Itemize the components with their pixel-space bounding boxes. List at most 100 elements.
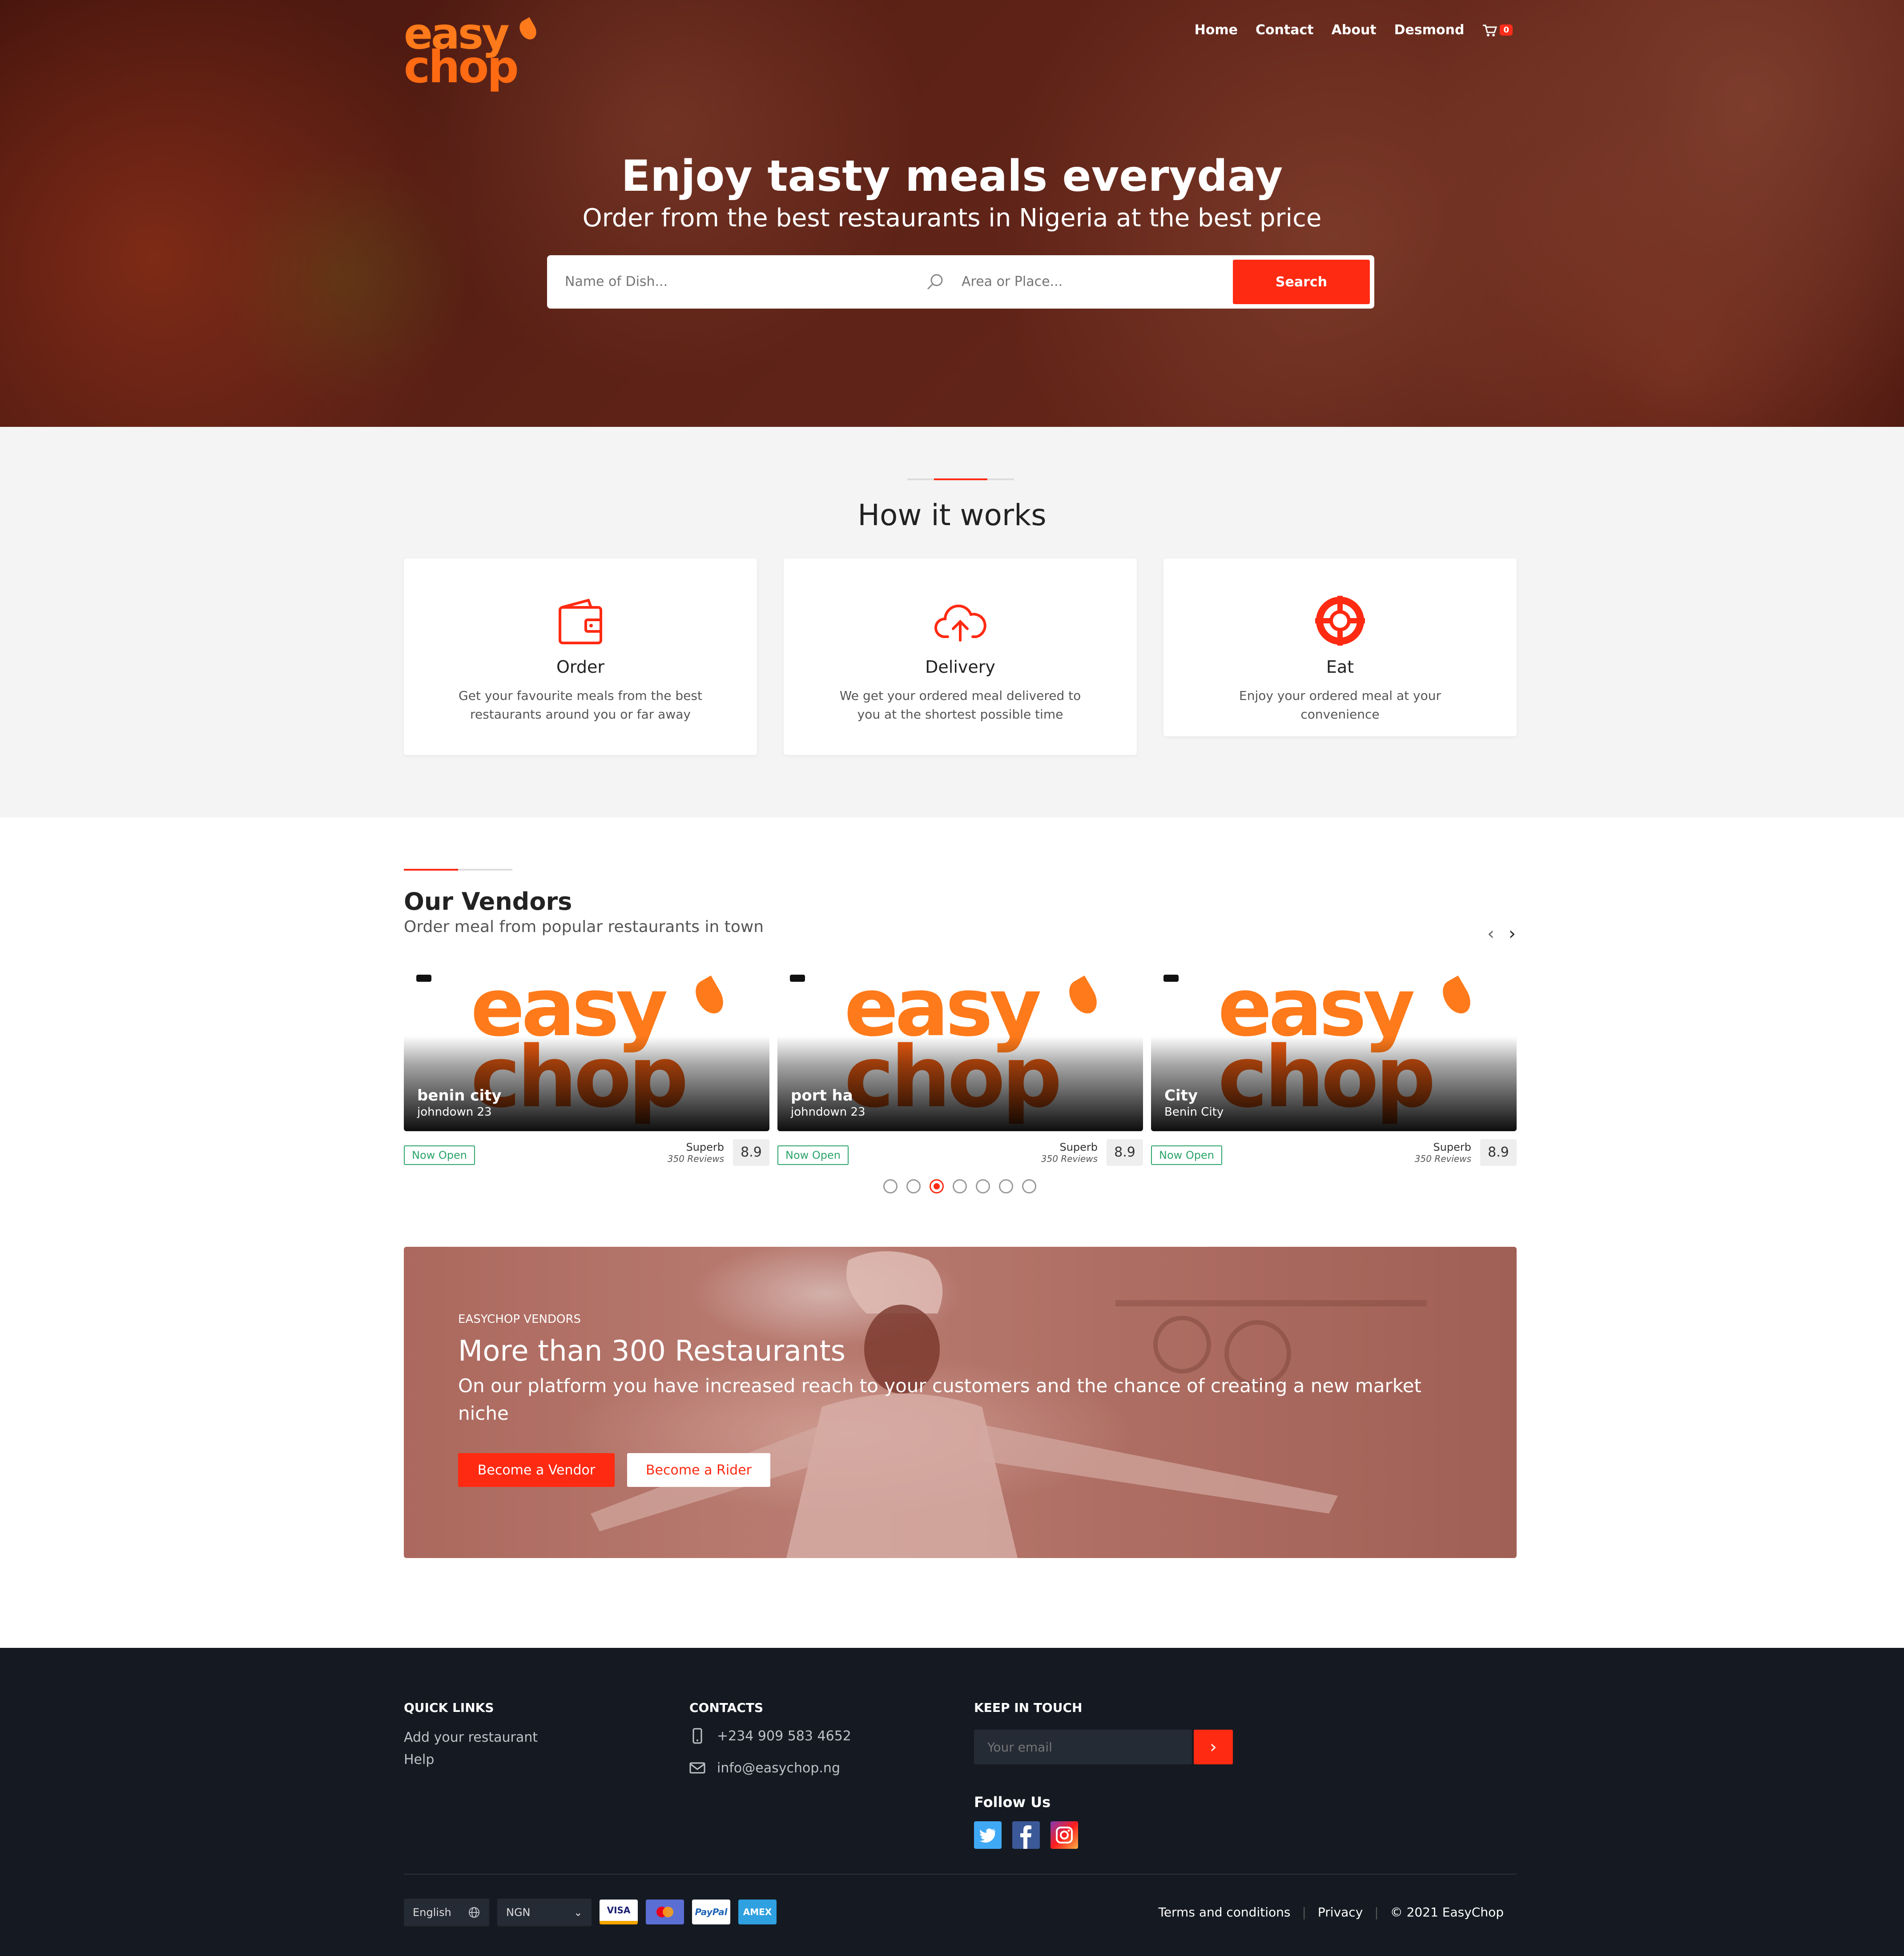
newsletter-email-input[interactable] bbox=[987, 1737, 1183, 1757]
nav-user-desmond[interactable]: Desmond bbox=[1394, 22, 1465, 38]
wallet-icon bbox=[559, 598, 602, 644]
currency-value: NGN bbox=[506, 1906, 531, 1919]
nav-contact[interactable]: Contact bbox=[1256, 22, 1314, 38]
paypal-label: PayPal bbox=[695, 1907, 728, 1917]
currency-select[interactable]: NGN ⌄ bbox=[497, 1899, 592, 1926]
logo-drop-icon bbox=[1063, 975, 1103, 1019]
footer-divider bbox=[404, 1874, 1517, 1875]
main-nav: Home Contact About Desmond 0 bbox=[1195, 22, 1513, 38]
pagination-dot[interactable] bbox=[906, 1179, 921, 1193]
carousel-pagination bbox=[883, 1179, 1036, 1193]
vendor-promo-banner: EASYCHOP VENDORS More than 300 Restauran… bbox=[404, 1247, 1517, 1558]
bookmark-icon[interactable] bbox=[1163, 975, 1179, 982]
instagram-icon[interactable] bbox=[1051, 1821, 1078, 1849]
area-search-input[interactable] bbox=[962, 270, 1211, 293]
dish-search-input[interactable] bbox=[565, 270, 912, 293]
language-select[interactable]: English bbox=[404, 1899, 489, 1926]
pagination-dot[interactable] bbox=[883, 1179, 898, 1193]
amex-label: AMEX bbox=[743, 1907, 772, 1917]
vendor-card[interactable]: easy chop benin city johndown 23 Now Ope… bbox=[404, 961, 769, 1169]
rating-label: Superb bbox=[1059, 1141, 1098, 1153]
add-restaurant-link[interactable]: Add your restaurant bbox=[404, 1730, 538, 1745]
how-card-title: Delivery bbox=[925, 657, 995, 677]
follow-us-heading: Follow Us bbox=[974, 1794, 1051, 1811]
section-divider bbox=[907, 478, 1014, 480]
rating-score: 8.9 bbox=[1107, 1139, 1143, 1166]
terms-link[interactable]: Terms and conditions bbox=[1158, 1905, 1290, 1920]
quick-links-heading: QUICK LINKS bbox=[404, 1700, 494, 1715]
hero-title: Enjoy tasty meals everyday bbox=[621, 151, 1283, 201]
vendors-divider bbox=[404, 869, 512, 871]
copyright-text: © 2021 EasyChop bbox=[1390, 1905, 1504, 1920]
how-card-delivery: Delivery We get your ordered meal delive… bbox=[784, 558, 1137, 755]
pagination-dot[interactable] bbox=[999, 1179, 1013, 1193]
how-card-text: Get your favourite meals from the best r… bbox=[459, 688, 702, 722]
paypal-card-icon: PayPal bbox=[692, 1900, 730, 1924]
search-button[interactable]: Search bbox=[1233, 260, 1370, 304]
rating-label: Superb bbox=[686, 1141, 724, 1153]
nav-home[interactable]: Home bbox=[1195, 22, 1238, 38]
pagination-dot[interactable] bbox=[953, 1179, 967, 1193]
logo-line2: chop bbox=[404, 41, 519, 93]
pagination-dot-active[interactable] bbox=[930, 1179, 944, 1193]
vendor-name: City bbox=[1164, 1087, 1198, 1105]
twitter-icon[interactable] bbox=[974, 1821, 1002, 1849]
pagination-dot[interactable] bbox=[976, 1179, 990, 1193]
bookmark-icon[interactable] bbox=[790, 975, 805, 982]
easychop-logo[interactable]: easy chop bbox=[404, 9, 540, 93]
open-status-badge: Now Open bbox=[777, 1145, 849, 1165]
privacy-link[interactable]: Privacy bbox=[1318, 1905, 1363, 1920]
how-it-works-section: How it works Order Get your favourite me… bbox=[0, 427, 1904, 817]
carousel-prev-icon[interactable]: ‹ bbox=[1487, 925, 1501, 943]
hero-section: easy chop Home Contact About Desmond 0 E… bbox=[0, 0, 1904, 427]
phone-icon bbox=[692, 1728, 702, 1744]
how-card-text: Enjoy your ordered meal at your convenie… bbox=[1239, 688, 1441, 722]
amex-card-icon: AMEX bbox=[738, 1900, 777, 1924]
logo-drop-icon bbox=[516, 17, 540, 43]
search-icon bbox=[927, 274, 943, 290]
chevron-right-icon: › bbox=[1210, 1737, 1217, 1757]
bookmark-icon[interactable] bbox=[416, 975, 431, 982]
vendor-name: benin city bbox=[417, 1087, 502, 1105]
vendor-address: johndown 23 bbox=[791, 1105, 865, 1119]
rating-score: 8.9 bbox=[733, 1139, 769, 1166]
visa-card-icon: VISA bbox=[600, 1900, 638, 1924]
contact-phone[interactable]: +234 909 583 4652 bbox=[689, 1728, 851, 1744]
chevron-down-icon: ⌄ bbox=[573, 1906, 583, 1919]
newsletter-field bbox=[974, 1730, 1192, 1764]
contact-email[interactable]: info@easychop.ng bbox=[689, 1760, 840, 1776]
vendor-card[interactable]: easy chop City Benin City Now Open Super… bbox=[1151, 961, 1517, 1169]
how-card-title: Order bbox=[556, 657, 604, 677]
become-rider-button[interactable]: Become a Rider bbox=[627, 1453, 770, 1487]
visa-label: VISA bbox=[607, 1905, 631, 1916]
logo-drop-icon bbox=[1437, 975, 1476, 1019]
vendor-address: Benin City bbox=[1164, 1105, 1224, 1119]
cart-icon bbox=[1483, 24, 1497, 36]
hero-subtitle: Order from the best restaurants in Niger… bbox=[582, 204, 1322, 233]
cart-button[interactable]: 0 bbox=[1482, 24, 1513, 37]
vendor-address: johndown 23 bbox=[417, 1105, 492, 1119]
help-link[interactable]: Help bbox=[404, 1752, 434, 1767]
facebook-icon[interactable] bbox=[1012, 1821, 1040, 1849]
vendor-card[interactable]: easy chop port ha johndown 23 Now Open S… bbox=[777, 961, 1143, 1169]
banner-title: More than 300 Restaurants bbox=[458, 1335, 845, 1368]
vendor-name: port ha bbox=[791, 1087, 853, 1105]
nav-about[interactable]: About bbox=[1332, 22, 1377, 38]
rating-score: 8.9 bbox=[1480, 1139, 1517, 1166]
vendor-image[interactable]: easy chop City Benin City bbox=[1151, 961, 1517, 1131]
pagination-dot[interactable] bbox=[1022, 1179, 1036, 1193]
mail-icon bbox=[689, 1762, 705, 1774]
open-status-badge: Now Open bbox=[1151, 1145, 1222, 1165]
carousel-next-icon[interactable]: › bbox=[1509, 925, 1522, 943]
vendor-image[interactable]: easy chop benin city johndown 23 bbox=[404, 961, 769, 1131]
become-vendor-button[interactable]: Become a Vendor bbox=[458, 1453, 615, 1487]
lifebuoy-icon bbox=[1315, 596, 1365, 646]
how-card-order: Order Get your favourite meals from the … bbox=[404, 558, 757, 755]
site-footer: QUICK LINKS Add your restaurant Help CON… bbox=[0, 1648, 1904, 1956]
cloud-upload-icon bbox=[934, 604, 986, 642]
how-it-works-title: How it works bbox=[857, 498, 1047, 532]
review-count: 350 Reviews bbox=[667, 1153, 724, 1164]
banner-kicker: EASYCHOP VENDORS bbox=[458, 1313, 581, 1326]
vendor-image[interactable]: easy chop port ha johndown 23 bbox=[777, 961, 1143, 1131]
newsletter-submit-button[interactable]: › bbox=[1194, 1730, 1233, 1764]
